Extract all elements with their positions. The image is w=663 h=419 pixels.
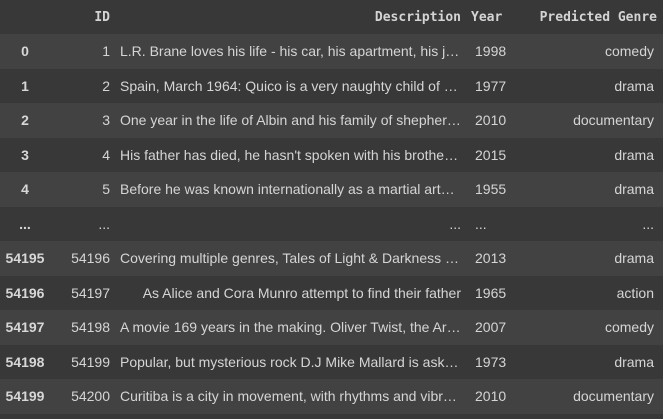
id-cell: 54198 (71, 319, 110, 336)
id-cell: 54200 (71, 388, 110, 405)
year-cell: 2010 (475, 388, 507, 405)
genre-cell: drama (614, 77, 654, 94)
year-cell: 2013 (475, 250, 507, 267)
year-cell: 2010 (475, 112, 507, 129)
dataframe-table: ID Description Year Predicted Genre 0 1 L.… (0, 0, 663, 414)
genre-cell: drama (614, 146, 654, 163)
table-row: 54199 54200 Curitiba is a city in movement… (0, 379, 663, 414)
row-index-cell: 2 (21, 112, 29, 129)
header-id: ID (94, 9, 110, 25)
table-row: 54198 54199 Popular, but mysterious rock D… (0, 344, 663, 379)
id-cell: 54199 (71, 353, 110, 370)
table-row: 54196 54197 As Alice and Cora Munro attemp… (0, 275, 663, 310)
header-index (0, 0, 47, 34)
year-cell: 2007 (475, 319, 507, 336)
table-row: 1 2 Spain, March 1964: Quico is a very nau… (0, 68, 663, 103)
description-cell: Popular, but mysterious rock D.J Mike Ma… (120, 353, 463, 370)
header-description: Description (374, 9, 461, 25)
row-index-cell: 4 (21, 181, 29, 198)
description-cell: Covering multiple genres, Tales of Light… (120, 250, 467, 267)
row-index-cell: 54198 (5, 353, 45, 370)
description-cell: Spain, March 1964: Quico is a very naugh… (120, 77, 467, 94)
year-cell: 1977 (475, 77, 507, 94)
row-index-cell: 0 (21, 43, 29, 60)
genre-cell: documentary (573, 112, 654, 129)
id-cell: ... (98, 215, 110, 232)
table-row: 3 4 His father has died, he hasn't spoken … (0, 137, 663, 172)
row-index-cell: 54196 (5, 284, 45, 301)
row-index-cell: 54199 (5, 388, 45, 405)
description-cell: His father has died, he hasn't spoken wi… (120, 146, 467, 163)
header-predicted-genre: Predicted Genre (539, 9, 657, 25)
table-row: 4 5 Before he was known internationally as… (0, 172, 663, 207)
genre-cell: comedy (604, 43, 654, 60)
row-index-cell: 3 (21, 146, 29, 163)
genre-cell: action (616, 284, 654, 301)
table-body: 0 1 L.R. Brane loves his life - his car, h… (0, 34, 663, 414)
id-cell: 1 (102, 43, 110, 60)
year-cell: 1955 (475, 181, 507, 198)
year-cell: 1965 (475, 284, 507, 301)
genre-cell: drama (614, 353, 654, 370)
genre-cell: ... (642, 215, 654, 232)
table-row: 54197 54198 A movie 169 years in the makin… (0, 310, 663, 345)
table-row: ............... (0, 206, 663, 241)
id-cell: 3 (102, 112, 110, 129)
id-cell: 54196 (71, 250, 110, 267)
id-cell: 4 (102, 146, 110, 163)
year-cell: 1998 (475, 43, 507, 60)
genre-cell: drama (614, 181, 654, 198)
table-header: ID Description Year Predicted Genre (0, 0, 663, 34)
table-row: 2 3 One year in the life of Albin and his … (0, 103, 663, 138)
genre-cell: comedy (604, 319, 654, 336)
row-index-cell: 54197 (5, 319, 45, 336)
id-cell: 54197 (71, 284, 110, 301)
id-cell: 5 (102, 181, 110, 198)
row-index-cell: ... (19, 215, 31, 232)
description-cell: L.R. Brane loves his life - his car, his… (120, 43, 467, 60)
description-cell: Before he was known internationally as a… (120, 181, 467, 198)
id-cell: 2 (102, 77, 110, 94)
description-cell: A movie 169 years in the making. Oliver … (120, 319, 467, 336)
genre-cell: documentary (573, 388, 654, 405)
table-row: 54195 54196 Covering multiple genres, Tale… (0, 241, 663, 276)
year-cell: 1973 (475, 353, 507, 370)
description-cell: ... (449, 215, 461, 232)
year-cell: 2015 (475, 146, 507, 163)
row-index-cell: 54195 (5, 250, 45, 267)
row-index-cell: 1 (21, 77, 29, 94)
description-cell: Curitiba is a city in movement, with rhy… (120, 388, 467, 405)
genre-cell: drama (614, 250, 654, 267)
header-row: ID Description Year Predicted Genre (0, 0, 663, 34)
table-row: 0 1 L.R. Brane loves his life - his car, h… (0, 34, 663, 69)
description-cell: One year in the life of Albin and his fa… (120, 112, 462, 129)
header-year: Year (471, 9, 503, 25)
description-cell: As Alice and Cora Munro attempt to find … (142, 284, 461, 301)
year-cell: ... (475, 215, 487, 232)
